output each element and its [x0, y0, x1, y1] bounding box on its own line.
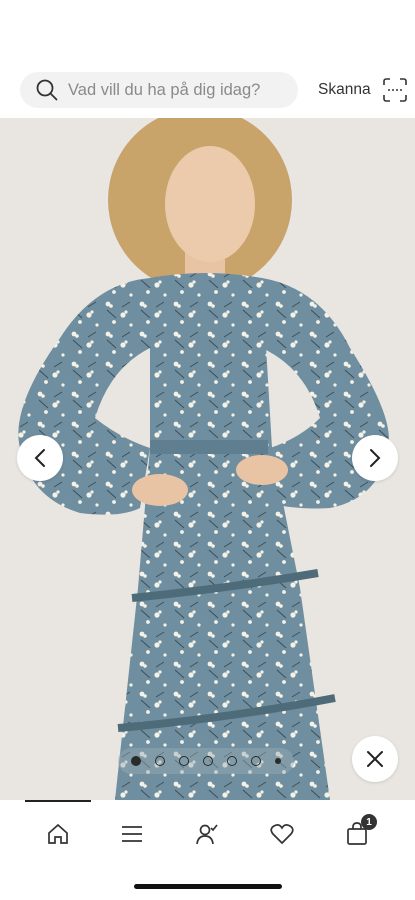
cart-count-badge: 1	[361, 814, 377, 830]
previous-image-button[interactable]	[17, 435, 63, 481]
scan-label: Skanna	[318, 81, 371, 98]
heart-icon	[270, 824, 294, 845]
nav-wishlist[interactable]	[268, 820, 296, 848]
search-icon	[36, 79, 58, 101]
next-image-button[interactable]	[352, 435, 398, 481]
pagination-dot[interactable]	[203, 756, 213, 766]
pagination-dot[interactable]	[131, 756, 141, 766]
pagination-dot[interactable]	[275, 758, 281, 764]
search-bar[interactable]: Vad vill du ha på dig idag?	[20, 72, 298, 108]
close-icon	[367, 751, 383, 767]
scan-icon	[382, 78, 407, 102]
close-button[interactable]	[352, 736, 398, 782]
active-tab-indicator	[25, 800, 91, 802]
pagination-dot[interactable]	[251, 756, 261, 766]
pagination-dot[interactable]	[155, 756, 165, 766]
pagination-dot[interactable]	[227, 756, 237, 766]
chevron-right-icon	[370, 449, 381, 467]
scan-button[interactable]: Skanna	[318, 78, 407, 102]
product-image[interactable]	[0, 118, 415, 800]
home-indicator	[134, 884, 282, 889]
gallery-pagination	[118, 748, 294, 774]
chevron-left-icon	[34, 449, 45, 467]
account-icon	[196, 824, 218, 845]
nav-home[interactable]	[44, 820, 72, 848]
header: Vad vill du ha på dig idag? Skanna	[0, 0, 415, 118]
home-icon	[48, 823, 68, 844]
search-input[interactable]: Vad vill du ha på dig idag?	[68, 81, 260, 100]
nav-cart[interactable]: 1	[343, 814, 377, 848]
pagination-dot[interactable]	[179, 756, 189, 766]
nav-account[interactable]	[193, 820, 221, 848]
menu-icon	[122, 826, 142, 842]
nav-menu[interactable]	[118, 820, 146, 848]
